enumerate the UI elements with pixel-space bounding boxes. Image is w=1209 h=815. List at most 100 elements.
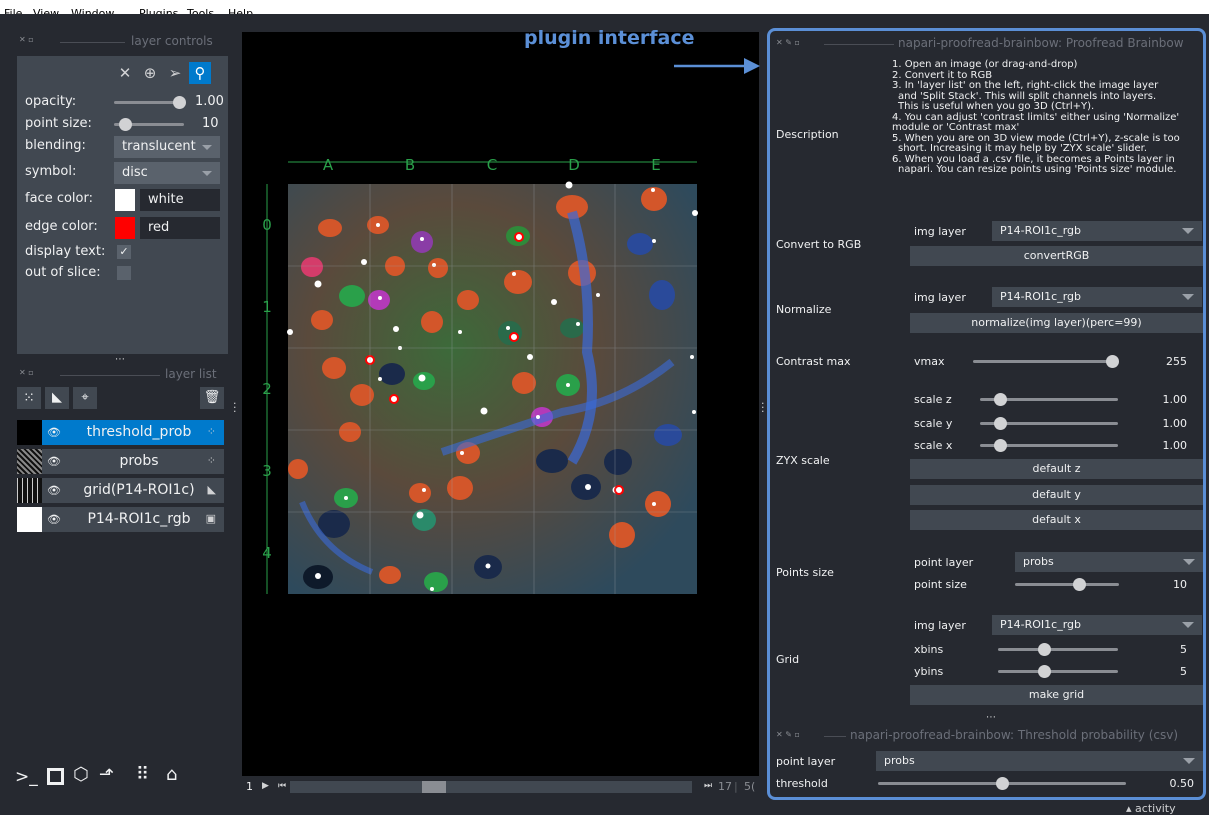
blending-select[interactable]: translucent	[114, 136, 220, 158]
chevron-down-icon	[1183, 559, 1195, 565]
edge-color-input[interactable]: red	[140, 217, 220, 239]
activity-button[interactable]: ▴ activity	[1126, 802, 1176, 815]
eye-icon[interactable]: 👁	[47, 426, 61, 439]
delete-points-icon[interactable]: ✕	[114, 62, 136, 84]
normalize-button[interactable]: normalize(img layer)(perc=99)	[910, 313, 1203, 333]
point-size-slider[interactable]	[1015, 583, 1119, 586]
activity-label: activity	[1135, 802, 1176, 815]
opacity-slider[interactable]	[114, 101, 180, 104]
plugin-title: napari-proofread-brainbow: Proofread Bra…	[898, 36, 1184, 50]
dock-float-icon[interactable]: ✕ ▫	[19, 368, 34, 377]
point-size-slider-handle[interactable]	[119, 118, 132, 131]
splitter-handle[interactable]: ⋯	[986, 712, 996, 723]
layer-name: threshold_prob	[86, 424, 192, 440]
chevron-down-icon	[1182, 622, 1194, 628]
points-size-label: Points size	[776, 566, 834, 579]
face-color-label: face color:	[25, 191, 93, 206]
eye-icon[interactable]: 👁	[47, 513, 61, 526]
default-z-button[interactable]: default z	[910, 459, 1203, 479]
grid-view-icon[interactable]: ⠿	[136, 764, 149, 785]
img-layer-label: img layer	[914, 619, 966, 632]
select-points-icon[interactable]: ➢	[164, 62, 186, 84]
eye-icon[interactable]: 👁	[47, 484, 61, 497]
transpose-icon[interactable]: ⬏	[99, 764, 114, 785]
threshold-point-layer-select[interactable]: probs	[876, 751, 1203, 771]
viewer-canvas[interactable]: A B C D E 0 1 2 3 4	[242, 32, 759, 776]
scale-z-slider-handle[interactable]	[994, 393, 1007, 406]
plugin-panel: ✕ ✎ ▫ napari-proofread-brainbow: Proofre…	[767, 28, 1206, 800]
trash-icon[interactable]: 🗑	[200, 387, 224, 409]
opacity-slider-handle[interactable]	[173, 96, 186, 109]
face-color-swatch[interactable]	[115, 189, 135, 211]
threshold-slider-handle[interactable]	[996, 777, 1009, 790]
point-size-label: point size	[914, 578, 967, 591]
vmax-slider[interactable]	[973, 360, 1111, 363]
canvas-svg: A B C D E 0 1 2 3 4	[262, 156, 698, 594]
display-text-label: display text:	[25, 244, 106, 259]
display-text-checkbox[interactable]: ✓	[117, 245, 131, 259]
splitter-handle[interactable]: ⋯	[115, 354, 125, 365]
default-x-button[interactable]: default x	[910, 510, 1203, 530]
layer-row-threshold-prob[interactable]: 👁 threshold_prob ⁘	[17, 420, 224, 445]
out-of-slice-checkbox[interactable]	[117, 266, 131, 280]
scale-y-slider-handle[interactable]	[994, 417, 1007, 430]
row-label-2: 2	[262, 380, 272, 398]
home-icon[interactable]: ⌂	[166, 764, 177, 785]
layer-name: grid(P14-ROI1c)	[83, 482, 195, 498]
layer-thumbnail	[17, 507, 42, 532]
layer-thumbnail	[17, 420, 42, 445]
layer-row-image[interactable]: 👁 P14-ROI1c_rgb ▣	[17, 507, 224, 532]
blending-value: translucent	[122, 139, 196, 154]
normalize-img-layer-select[interactable]: P14-ROI1c_rgb	[992, 287, 1202, 307]
step-forward-icon[interactable]: ⏭	[704, 781, 712, 791]
edge-color-swatch[interactable]	[115, 217, 135, 239]
description-text: 1. Open an image (or drag-and-drop) 2. C…	[892, 59, 1180, 176]
layer-row-probs[interactable]: 👁 probs ⁘	[17, 449, 224, 474]
description-line: This is useful when you go 3D (Ctrl+Y).	[898, 101, 1095, 112]
new-points-layer-button[interactable]: ⁙	[17, 387, 41, 409]
point-size-slider-handle[interactable]	[1073, 578, 1086, 591]
symbol-select[interactable]: disc	[114, 162, 220, 184]
roll-dimensions-icon[interactable]: ⬡	[73, 764, 89, 785]
new-labels-layer-button[interactable]: ⌖	[73, 387, 97, 409]
menu-bottom-strip	[0, 14, 1209, 27]
play-icon[interactable]: ▶	[262, 781, 269, 791]
vmax-label: vmax	[914, 355, 945, 368]
default-y-button[interactable]: default y	[910, 485, 1203, 505]
xbins-slider[interactable]	[998, 648, 1118, 651]
ybins-slider-handle[interactable]	[1038, 665, 1051, 678]
xbins-slider-handle[interactable]	[1038, 643, 1051, 656]
eye-icon[interactable]: 👁	[47, 455, 61, 468]
ndisplay-toggle-icon[interactable]	[47, 768, 64, 785]
layer-row-grid[interactable]: 👁 grid(P14-ROI1c) ◣	[17, 478, 224, 503]
layer-list-header: layer list	[165, 367, 217, 381]
dims-slider-track[interactable]	[290, 781, 692, 793]
ybins-slider[interactable]	[998, 670, 1118, 673]
threshold-value: 0.50	[1169, 777, 1195, 790]
dims-slider-total: 5(	[744, 780, 756, 793]
splitter-handle[interactable]: · · ·	[233, 398, 239, 417]
dock-close-icon[interactable]: ✕ ✎ ▫	[776, 730, 800, 739]
convert-rgb-button[interactable]: convertRGB	[910, 246, 1203, 266]
console-icon[interactable]: >_	[15, 767, 38, 787]
add-points-icon[interactable]: ⊕	[139, 62, 161, 84]
description-label: Description	[776, 128, 839, 141]
convert-img-layer-select[interactable]: P14-ROI1c_rgb	[992, 221, 1202, 241]
step-back-icon[interactable]: ⏮	[278, 781, 286, 791]
points-layer-select[interactable]: probs	[1015, 552, 1203, 572]
dock-float-icon[interactable]: ✕ ▫	[19, 35, 34, 44]
scale-x-slider-handle[interactable]	[994, 439, 1007, 452]
scale-x-label: scale x	[914, 439, 953, 452]
make-grid-button[interactable]: make grid	[910, 685, 1203, 705]
grid-img-layer-select[interactable]: P14-ROI1c_rgb	[992, 615, 1202, 635]
row-label-4: 4	[262, 544, 272, 562]
pan-zoom-icon[interactable]: ⚲	[189, 62, 211, 84]
face-color-input[interactable]: white	[140, 189, 220, 211]
dock-close-icon[interactable]: ✕ ✎ ▫	[776, 38, 800, 47]
vmax-slider-handle[interactable]	[1106, 355, 1119, 368]
dims-slider-handle[interactable]	[422, 781, 446, 793]
chevron-down-icon	[1183, 758, 1195, 764]
layer-controls-header: layer controls	[131, 34, 213, 48]
new-shapes-layer-button[interactable]: ◣	[45, 387, 69, 409]
symbol-value: disc	[122, 165, 148, 180]
